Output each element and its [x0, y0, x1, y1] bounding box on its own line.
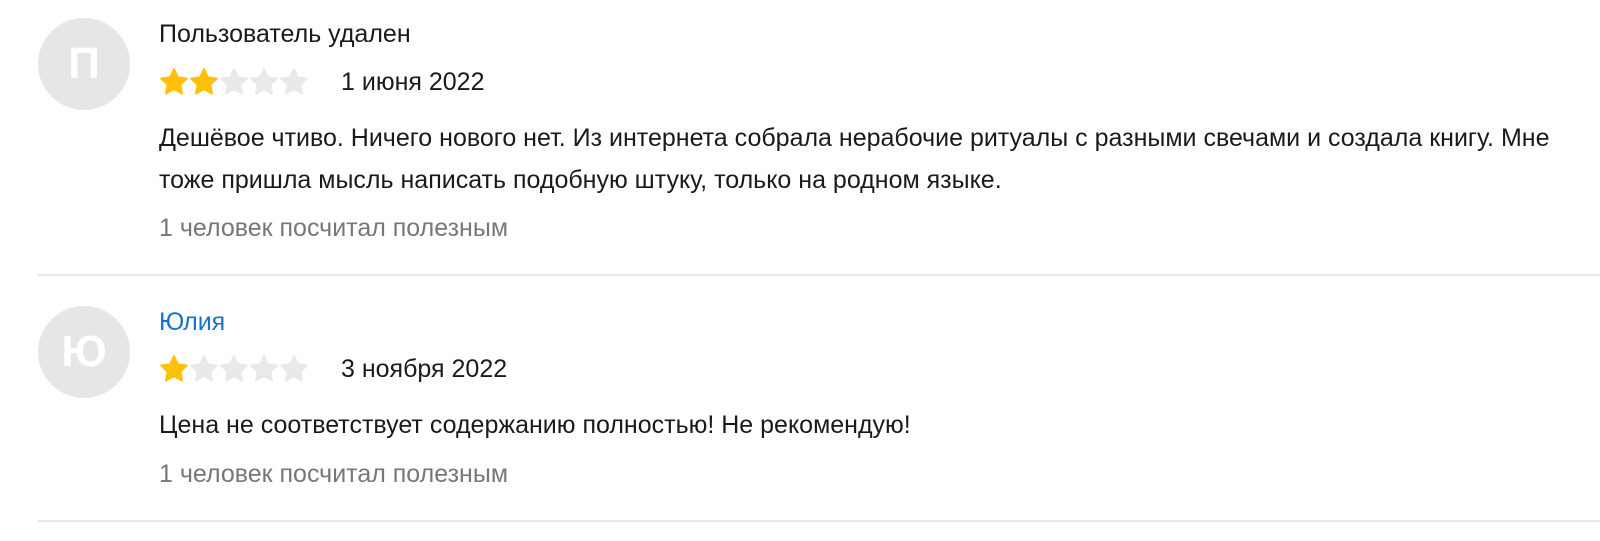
- star-filled-icon: [159, 67, 189, 97]
- review-author-link[interactable]: Юлия: [159, 307, 225, 337]
- review-date: 1 июня 2022: [341, 67, 485, 96]
- star-empty-icon: [279, 354, 309, 384]
- star-empty-icon: [219, 354, 249, 384]
- reviews-list: П Пользователь удален 1 июня 2022 Дешёво…: [0, 0, 1600, 541]
- review-author: Пользователь удален: [159, 20, 411, 48]
- review-item: Ю Юлия 3 ноября 2022 Цена не соответству…: [38, 276, 1600, 522]
- star-empty-icon: [219, 67, 249, 97]
- star-filled-icon: [189, 67, 219, 97]
- star-empty-icon: [279, 67, 309, 97]
- avatar: Ю: [38, 306, 130, 398]
- review-item: П Пользователь удален 1 июня 2022 Дешёво…: [38, 0, 1600, 276]
- divider: [38, 520, 1600, 522]
- review-text: Дешёвое чтиво. Ничего нового нет. Из инт…: [159, 124, 1550, 194]
- avatar: П: [38, 18, 130, 110]
- rating-row: 1 июня 2022: [159, 67, 484, 97]
- rating-row: 3 ноября 2022: [159, 354, 507, 384]
- star-rating: [159, 354, 309, 384]
- helpful-count[interactable]: 1 человек посчитал полезным: [159, 460, 508, 489]
- review-text: Цена не соответствует содержанию полност…: [159, 411, 911, 439]
- star-empty-icon: [249, 354, 279, 384]
- star-empty-icon: [189, 354, 219, 384]
- helpful-count[interactable]: 1 человек посчитал полезным: [159, 214, 508, 243]
- star-filled-icon: [159, 354, 189, 384]
- star-empty-icon: [249, 67, 279, 97]
- review-date: 3 ноября 2022: [341, 354, 508, 383]
- star-rating: [159, 67, 309, 97]
